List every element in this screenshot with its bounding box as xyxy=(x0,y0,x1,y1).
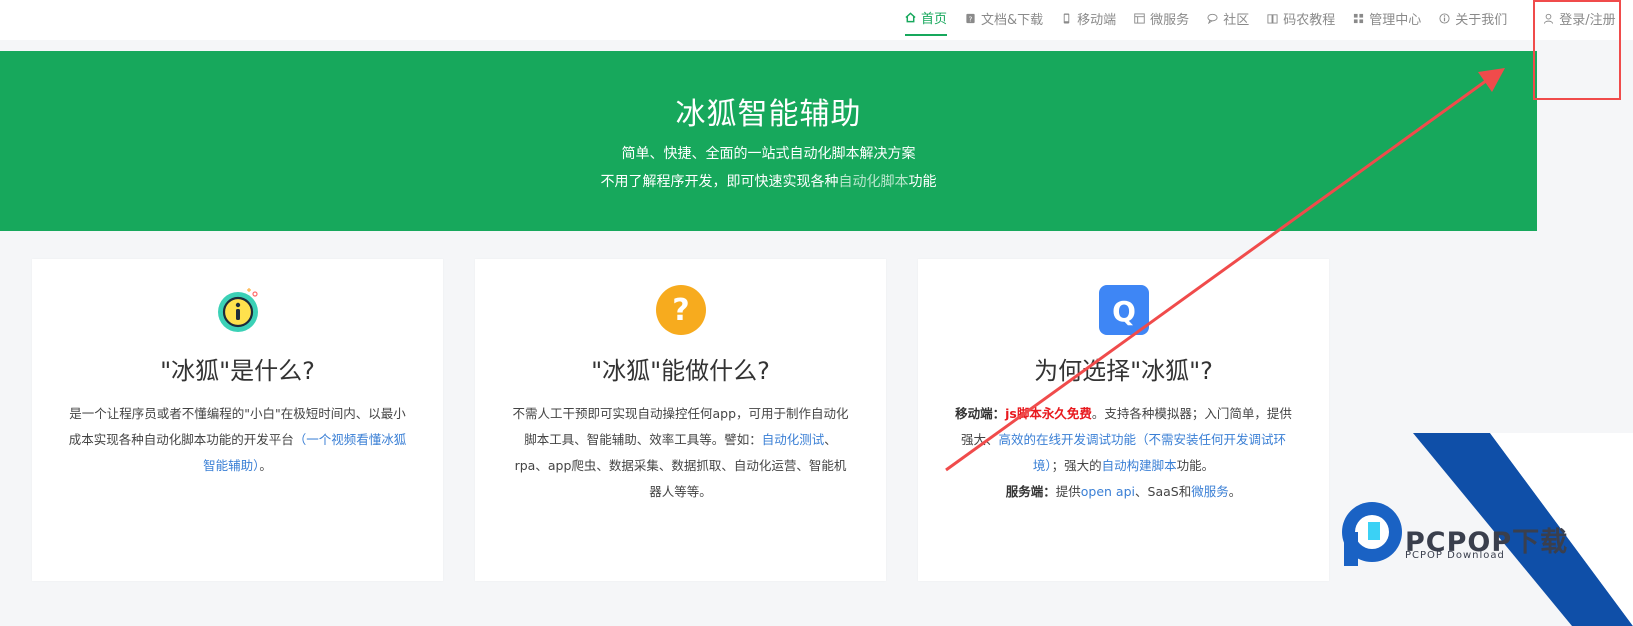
card-title: 为何选择"冰狐"? xyxy=(1034,357,1213,385)
mobile-text-3: 功能。 xyxy=(1176,458,1215,473)
info-circle-icon xyxy=(213,285,263,335)
hero-tagline-text: 不用了解程序开发，即可快速实现各种 xyxy=(600,174,839,190)
nav-item-tutorial[interactable]: 码农教程 xyxy=(1267,0,1335,36)
nav-item-home[interactable]: 首页 xyxy=(905,0,948,36)
svg-text:?: ? xyxy=(969,14,973,23)
card-text-end: 。 xyxy=(259,458,272,473)
card-what-can-do: ? "冰狐"能做什么? 不需人工干预即可实现自动操控任何app，可用于制作自动化… xyxy=(475,259,886,581)
nav-item-community[interactable]: 社区 xyxy=(1207,0,1249,36)
nav-label: 移动端 xyxy=(1077,12,1117,28)
svg-text:?: ? xyxy=(672,293,689,328)
nav-menu: 首页 ? 文档&下载 移动端 微服务 社区 码农教程 管理中心 关于我们 登录/… xyxy=(905,0,1616,36)
nav-label: 管理中心 xyxy=(1369,12,1422,28)
mobile-label: 移动端： xyxy=(955,406,1006,421)
nav-label: 码农教程 xyxy=(1283,12,1336,28)
nav-label: 首页 xyxy=(921,11,948,27)
nav-item-docs[interactable]: ? 文档&下载 xyxy=(965,0,1043,36)
js-free-badge: js脚本永久免费 xyxy=(1005,406,1092,421)
card-title: "冰狐"是什么? xyxy=(160,357,315,385)
nav-label: 文档&下载 xyxy=(981,12,1044,28)
server-text: 提供 xyxy=(1055,484,1081,499)
nav-item-admin[interactable]: 管理中心 xyxy=(1353,0,1421,36)
hero-tagline-suffix: 功能 xyxy=(908,174,937,190)
server-text-3: 。 xyxy=(1228,484,1242,499)
card-what-is: "冰狐"是什么? 是一个让程序员或者不懂编程的"小白"在极短时间内、以最小成本实… xyxy=(32,259,443,581)
top-nav: 首页 ? 文档&下载 移动端 微服务 社区 码农教程 管理中心 关于我们 登录/… xyxy=(0,0,1633,40)
nav-item-microservice[interactable]: 微服务 xyxy=(1134,0,1189,36)
hero-tagline: 不用了解程序开发，即可快速实现各种自动化脚本功能 xyxy=(0,171,1537,191)
card-description: 不需人工干预即可实现自动操控任何app，可用于制作自动化脚本工具、智能辅助、效率… xyxy=(511,401,850,505)
svg-text:Q: Q xyxy=(1112,295,1136,328)
nav-label: 关于我们 xyxy=(1455,12,1508,28)
mobile-text-2: ；强大的 xyxy=(1051,458,1102,473)
server-icon xyxy=(1134,12,1145,24)
card-description: 是一个让程序员或者不懂编程的"小白"在极短时间内、以最小成本实现各种自动化脚本功… xyxy=(68,401,407,479)
home-icon xyxy=(905,11,916,23)
watermark-subtitle: PCPOP Download xyxy=(1405,550,1505,561)
annotation-highlight-box xyxy=(1533,0,1621,100)
hero-title: 冰狐智能辅助 xyxy=(675,97,862,132)
server-label: 服务端： xyxy=(1005,484,1056,499)
card-title: "冰狐"能做什么? xyxy=(591,357,770,385)
grid-icon xyxy=(1353,13,1364,24)
hero-subtitle: 简单、快捷、全面的一站式自动化脚本解决方案 xyxy=(621,146,916,162)
nav-label: 微服务 xyxy=(1150,12,1190,28)
server-text-2: 、SaaS和 xyxy=(1135,484,1192,499)
hero-banner: 冰狐智能辅助 简单、快捷、全面的一站式自动化脚本解决方案 不用了解程序开发，即可… xyxy=(0,51,1537,231)
document-icon: ? xyxy=(965,13,976,24)
open-api-link[interactable]: open api xyxy=(1081,484,1135,499)
card-description: 移动端：js脚本永久免费。支持各种模拟器；入门简单，提供强大、高效的在线开发调试… xyxy=(954,401,1293,505)
card-why-choose: Q 为何选择"冰狐"? 移动端：js脚本永久免费。支持各种模拟器；入门简单，提供… xyxy=(918,259,1329,581)
chat-icon xyxy=(1207,13,1218,24)
mobile-icon xyxy=(1061,12,1072,24)
nav-item-about[interactable]: 关于我们 xyxy=(1439,0,1507,36)
q-logo-icon: Q xyxy=(1098,285,1149,335)
question-circle-icon: ? xyxy=(655,285,706,335)
book-icon xyxy=(1267,13,1278,24)
pcpop-logo-icon xyxy=(1342,502,1402,562)
nav-label: 社区 xyxy=(1223,12,1250,28)
automation-test-link[interactable]: 自动化测试 xyxy=(762,432,825,447)
auto-build-link[interactable]: 自动构建脚本 xyxy=(1102,458,1177,473)
nav-item-mobile[interactable]: 移动端 xyxy=(1061,0,1116,36)
microservice-link[interactable]: 微服务 xyxy=(1191,484,1229,499)
info-icon xyxy=(1439,12,1450,24)
hero-tagline-highlight: 自动化脚本 xyxy=(838,174,909,190)
